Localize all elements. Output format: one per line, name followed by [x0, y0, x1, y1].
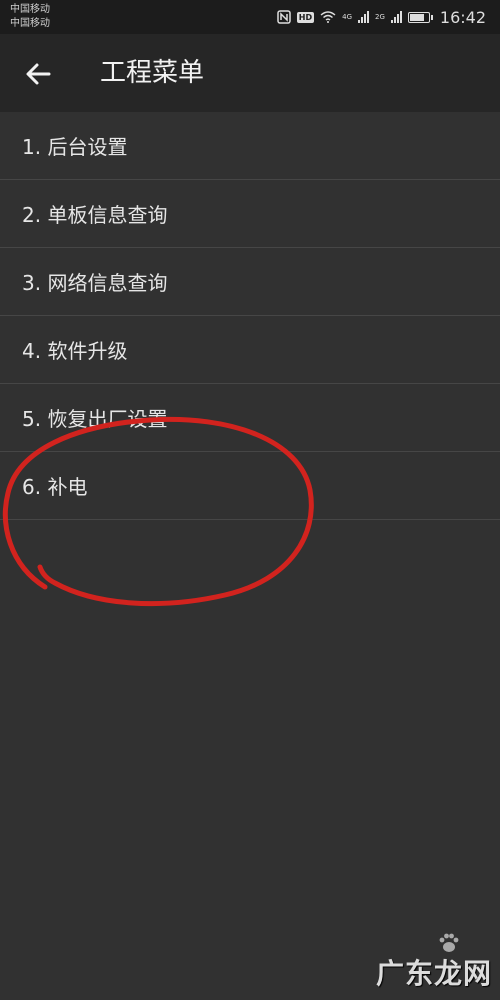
carrier-1-label: 中国移动 [10, 4, 50, 15]
signal-2-icon [390, 11, 402, 23]
paw-logo-icon [439, 933, 459, 952]
status-icons: HD 4G 2G 16:42 [277, 0, 486, 34]
battery-fill [409, 13, 425, 21]
battery-icon [407, 11, 433, 23]
menu-list: 1. 后台设置 2. 单板信息查询 3. 网络信息查询 4. 软件升级 5. 恢… [0, 112, 500, 520]
menu-item-label: 3. 网络信息查询 [22, 271, 168, 295]
watermark-text: 广东龙网 [375, 957, 492, 990]
back-arrow-icon[interactable] [22, 58, 54, 90]
watermark: 广东龙网 [375, 933, 492, 992]
menu-item-board-info[interactable]: 2. 单板信息查询 [0, 180, 500, 248]
hd-badge: HD [296, 11, 315, 23]
menu-item-label: 5. 恢复出厂设置 [22, 407, 168, 431]
menu-item-factory-reset[interactable]: 5. 恢复出厂设置 [0, 384, 500, 452]
wifi-icon [320, 11, 336, 23]
clock: 16:42 [439, 7, 486, 27]
carrier-2-label: 中国移动 [10, 18, 50, 29]
menu-item-label: 1. 后台设置 [22, 135, 128, 159]
menu-item-backend-settings[interactable]: 1. 后台设置 [0, 112, 500, 180]
menu-item-label: 2. 单板信息查询 [22, 203, 168, 227]
status-bar: 中国移动 中国移动 HD 4G 2G 16:42 [0, 0, 500, 34]
page-title: 工程菜单 [100, 58, 205, 88]
nfc-icon [277, 10, 291, 24]
menu-item-battery-recharge[interactable]: 6. 补电 [0, 452, 500, 520]
menu-item-software-upgrade[interactable]: 4. 软件升级 [0, 316, 500, 384]
network-2-label: 2G [375, 13, 385, 21]
signal-1-icon [358, 11, 369, 23]
carrier-info: 中国移动 中国移动 [10, 3, 50, 31]
app-bar: 工程菜单 [0, 34, 500, 112]
menu-item-label: 4. 软件升级 [22, 339, 128, 363]
network-1-label: 4G [342, 13, 352, 21]
menu-item-network-info[interactable]: 3. 网络信息查询 [0, 248, 500, 316]
menu-item-label: 6. 补电 [22, 475, 88, 499]
